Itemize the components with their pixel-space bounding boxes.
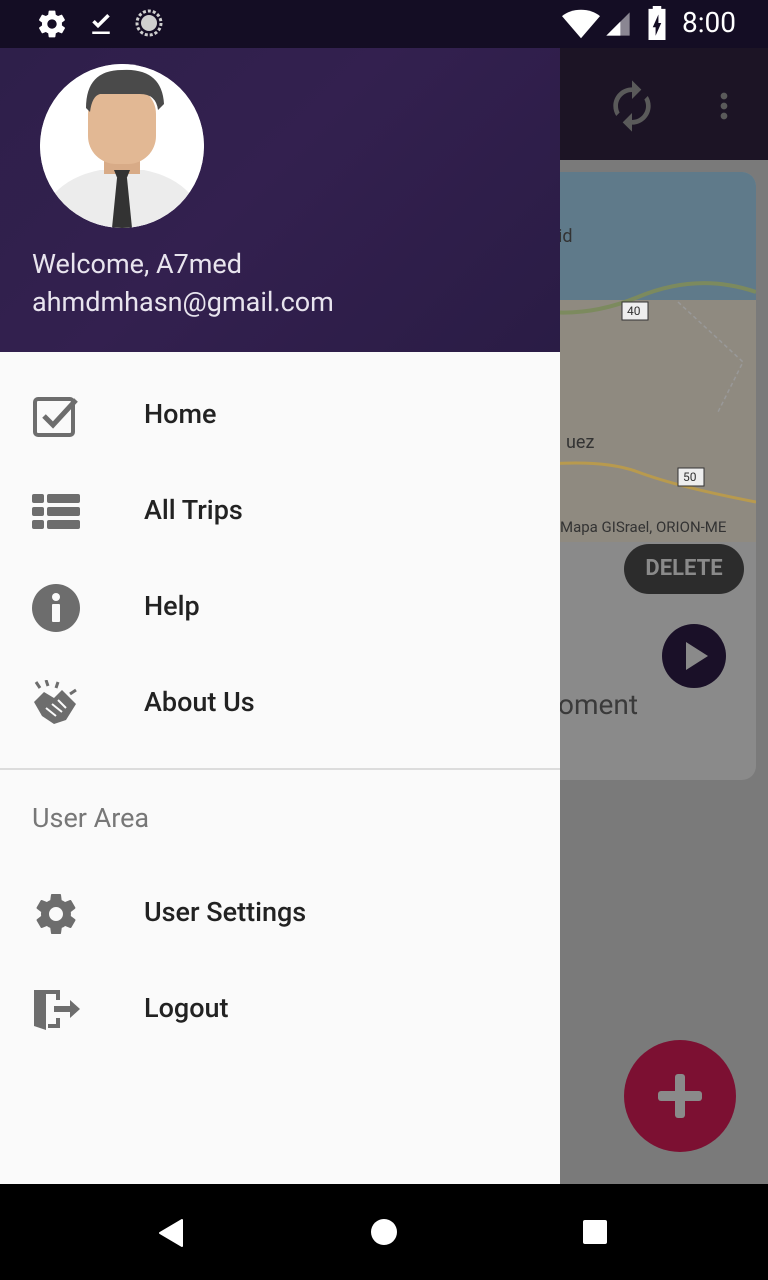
play-icon: [686, 642, 708, 670]
back-button[interactable]: [156, 1218, 186, 1252]
home-icon: [371, 1219, 397, 1245]
delete-button[interactable]: DELETE: [624, 544, 744, 594]
more-vert-icon[interactable]: [704, 84, 744, 132]
menu-item-help[interactable]: Help: [0, 560, 560, 656]
route-badge: 50: [683, 470, 697, 484]
trip-title: oment: [558, 688, 638, 721]
status-time: 8:00: [682, 6, 736, 39]
navigation-drawer: Welcome, A7med ahmdmhasn@gmail.com Home …: [0, 48, 560, 1184]
list-icon: [32, 488, 80, 536]
menu-item-all-trips[interactable]: All Trips: [0, 464, 560, 560]
home-button[interactable]: [370, 1218, 398, 1250]
drawer-divider: [0, 768, 560, 770]
menu-item-label: About Us: [144, 686, 255, 718]
menu-item-label: Home: [144, 398, 217, 430]
logout-icon: [32, 986, 80, 1034]
recents-button[interactable]: [582, 1219, 608, 1249]
info-icon: [32, 584, 80, 632]
refresh-icon[interactable]: [604, 78, 660, 138]
user-email: ahmdmhasn@gmail.com: [32, 286, 334, 318]
map-credit: Mapa GISrael, ORION-ME: [560, 518, 727, 536]
battery-charging-icon: [646, 6, 668, 44]
map-label: id: [558, 226, 573, 247]
section-title: User Area: [32, 802, 150, 834]
wifi-icon: [562, 8, 600, 44]
add-trip-fab[interactable]: [624, 1040, 736, 1152]
menu-item-label: Help: [144, 590, 200, 622]
menu-item-about-us[interactable]: About Us: [0, 656, 560, 752]
sync-progress-icon: [134, 8, 164, 42]
menu-item-user-settings[interactable]: User Settings: [0, 866, 560, 962]
menu-item-home[interactable]: Home: [0, 368, 560, 464]
check-box-icon: [32, 392, 80, 440]
user-avatar-icon: [40, 64, 204, 228]
route-badge: 40: [627, 304, 641, 318]
back-icon: [159, 1219, 183, 1247]
avatar[interactable]: [40, 64, 204, 228]
recents-icon: [583, 1220, 607, 1244]
download-done-icon: [86, 8, 116, 44]
drawer-header: Welcome, A7med ahmdmhasn@gmail.com: [0, 48, 560, 352]
menu-item-label: All Trips: [144, 494, 243, 526]
system-nav-bar: [0, 1184, 768, 1280]
add-icon: [658, 1074, 702, 1118]
play-button[interactable]: [662, 624, 726, 688]
cell-signal-icon: [604, 10, 632, 42]
status-bar: 8:00: [0, 0, 768, 48]
welcome-text: Welcome, A7med: [32, 248, 242, 280]
menu-item-label: Logout: [144, 992, 229, 1024]
menu-item-label: User Settings: [144, 896, 307, 928]
map-label: uez: [566, 432, 595, 453]
handshake-icon: [32, 679, 80, 728]
settings-icon: [36, 8, 68, 44]
menu-item-logout[interactable]: Logout: [0, 962, 560, 1058]
settings-icon: [32, 890, 80, 938]
